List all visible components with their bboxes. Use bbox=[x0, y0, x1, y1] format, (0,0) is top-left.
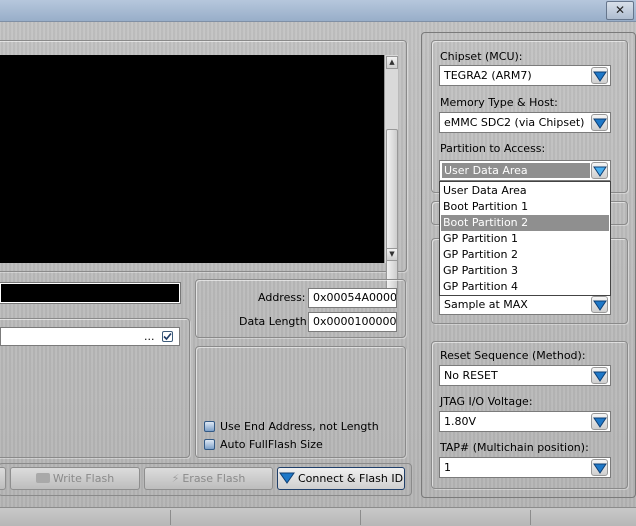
log-scrollbar[interactable]: ▲ ▼ bbox=[384, 55, 398, 295]
scroll-up-button[interactable]: ▲ bbox=[386, 56, 398, 69]
address-input[interactable]: 0x00054A0000 bbox=[308, 288, 397, 308]
partition-value: User Data Area bbox=[444, 164, 528, 177]
chipset-label: Chipset (MCU): bbox=[440, 50, 523, 63]
partition-label: Partition to Access: bbox=[440, 142, 546, 155]
title-bar bbox=[0, 0, 636, 22]
memory-type-value: eMMC SDC2 (via Chipset) bbox=[444, 116, 585, 129]
close-button[interactable]: ✕ bbox=[606, 1, 634, 20]
chipset-select[interactable]: TEGRA2 (ARM7) bbox=[439, 65, 611, 86]
partition-option-highlighted[interactable]: Boot Partition 2 bbox=[441, 215, 609, 231]
scroll-thumb[interactable] bbox=[386, 129, 398, 295]
status-divider bbox=[530, 510, 531, 525]
chevron-down-icon bbox=[591, 114, 608, 131]
chevron-down-icon bbox=[591, 162, 608, 179]
partition-option[interactable]: GP Partition 4 bbox=[441, 279, 609, 295]
sampling-select[interactable]: Sample at MAX bbox=[439, 294, 611, 315]
sampling-value: Sample at MAX bbox=[444, 298, 528, 311]
file-panel bbox=[0, 318, 190, 458]
memory-type-select[interactable]: eMMC SDC2 (via Chipset) bbox=[439, 112, 611, 133]
status-bar bbox=[0, 507, 636, 526]
memory-type-label: Memory Type & Host: bbox=[440, 96, 558, 109]
chevron-down-icon bbox=[591, 67, 608, 84]
triangle-down-icon: ▼ bbox=[389, 250, 395, 258]
tap-position-select[interactable]: 1 bbox=[439, 457, 611, 478]
partition-option[interactable]: GP Partition 2 bbox=[441, 247, 609, 263]
jtag-voltage-value: 1.80V bbox=[444, 415, 477, 428]
auto-fullflash-label: Auto FullFlash Size bbox=[220, 438, 323, 451]
partition-option[interactable]: GP Partition 3 bbox=[441, 263, 609, 279]
reset-sequence-label: Reset Sequence (Method): bbox=[440, 349, 586, 362]
tap-position-value: 1 bbox=[444, 461, 451, 474]
address-label: Address: bbox=[258, 291, 306, 304]
chevron-down-icon bbox=[591, 459, 608, 476]
chevron-down-icon bbox=[591, 367, 608, 384]
chevron-down-icon bbox=[591, 413, 608, 430]
partition-dropdown-list[interactable]: User Data Area Boot Partition 1 Boot Par… bbox=[439, 181, 611, 296]
partition-option[interactable]: GP Partition 1 bbox=[441, 231, 609, 247]
scroll-down-button[interactable]: ▼ bbox=[386, 248, 398, 261]
use-end-address-checkbox[interactable] bbox=[204, 421, 215, 432]
status-divider bbox=[170, 510, 171, 525]
jtag-voltage-label: JTAG I/O Voltage: bbox=[440, 395, 533, 408]
auto-fullflash-checkbox[interactable] bbox=[204, 439, 215, 450]
triangle-up-icon: ▲ bbox=[389, 58, 395, 66]
progress-bar bbox=[0, 282, 181, 304]
data-length-input[interactable]: 0x0000100000 bbox=[308, 312, 397, 332]
status-divider bbox=[360, 510, 361, 525]
use-end-address-label: Use End Address, not Length bbox=[220, 420, 379, 433]
partition-option[interactable]: Boot Partition 1 bbox=[441, 199, 609, 215]
chipset-value: TEGRA2 (ARM7) bbox=[444, 69, 532, 82]
data-length-label: Data Length: bbox=[239, 315, 311, 328]
close-icon: ✕ bbox=[614, 3, 626, 17]
partition-select[interactable]: User Data Area bbox=[439, 160, 611, 181]
chevron-down-icon bbox=[591, 296, 608, 313]
jtag-voltage-select[interactable]: 1.80V bbox=[439, 411, 611, 432]
left-frame-bottom bbox=[0, 463, 412, 496]
tap-position-label: TAP# (Multichain position): bbox=[440, 441, 589, 454]
log-console[interactable] bbox=[0, 55, 384, 263]
reset-sequence-value: No RESET bbox=[444, 369, 498, 382]
reset-sequence-select[interactable]: No RESET bbox=[439, 365, 611, 386]
partition-option[interactable]: User Data Area bbox=[441, 183, 609, 199]
